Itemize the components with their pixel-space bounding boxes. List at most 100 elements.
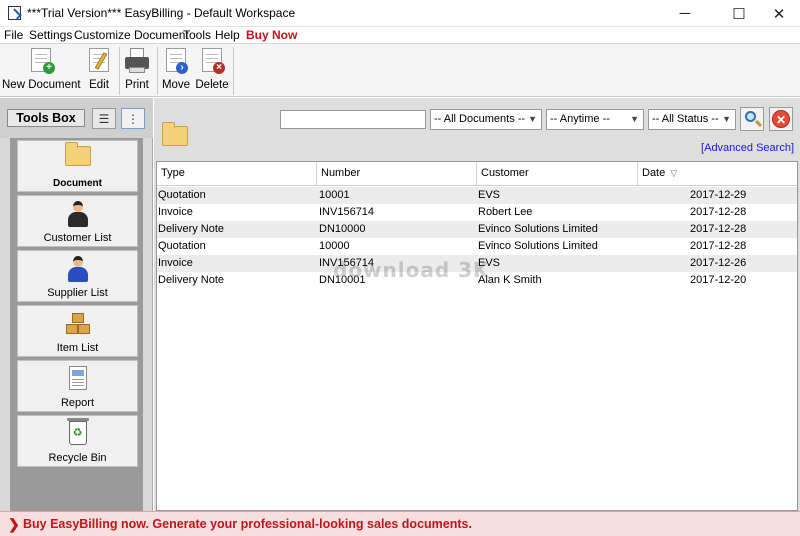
documents-table: Type Number Customer Date ▽ Quotation 10…	[156, 161, 798, 511]
list-view-icon[interactable]: ☰	[92, 108, 116, 129]
folder-icon	[64, 142, 91, 172]
chevron-down-icon: ▼	[528, 114, 537, 124]
report-icon	[65, 366, 91, 392]
move-label: Move	[161, 79, 191, 91]
toolbar-separator	[119, 47, 120, 95]
title-bar: ***Trial Version*** EasyBilling - Defaul…	[0, 0, 800, 27]
sidebar-item-report[interactable]: Report	[17, 360, 138, 412]
column-type[interactable]: Type	[157, 162, 317, 186]
delete-button[interactable]: × Delete	[195, 46, 229, 96]
delete-icon: ×	[200, 48, 225, 76]
cell-type: Invoice	[158, 257, 193, 269]
edit-label: Edit	[89, 79, 109, 91]
sidebar-item-supplier-list[interactable]: Supplier List	[17, 250, 138, 302]
printer-icon	[125, 48, 149, 76]
print-button[interactable]: Print	[122, 46, 152, 96]
menu-settings[interactable]: Settings	[29, 28, 72, 42]
folder-icon	[162, 122, 188, 146]
cell-customer: EVS	[478, 189, 501, 201]
cell-type: Quotation	[158, 240, 206, 252]
app-icon	[8, 6, 21, 20]
sidebar-header: Tools Box ☰ ⋮	[0, 98, 153, 138]
toolbar: + New Document Edit Print › Move × Delet…	[0, 43, 800, 97]
move-icon: ›	[164, 48, 188, 76]
table-row[interactable]: Quotation 10000 Evinco Solutions Limited…	[157, 238, 797, 255]
cell-type: Delivery Note	[158, 274, 225, 286]
sort-desc-icon: ▽	[670, 168, 678, 178]
promo-status-bar[interactable]: ❯ Buy EasyBilling now. Generate your pro…	[0, 511, 800, 536]
menu-bar: File Settings Customize Document Tools H…	[0, 27, 800, 43]
cell-date: 2017-12-28	[690, 206, 747, 218]
watermark: download 3K	[333, 258, 490, 282]
menu-help[interactable]: Help	[215, 28, 240, 42]
menu-buy-now[interactable]: Buy Now	[246, 28, 297, 42]
sidebar-item-label: Item List	[56, 342, 99, 354]
cell-date: 2017-12-28	[690, 240, 747, 252]
cell-date: 2017-12-29	[690, 189, 747, 201]
customer-icon	[65, 201, 91, 227]
status-value: -- All Status --	[652, 113, 719, 125]
time-range-select[interactable]: -- Anytime -- ▼	[546, 109, 644, 130]
document-type-value: -- All Documents --	[434, 113, 526, 125]
supplier-icon	[65, 256, 91, 282]
cell-type: Quotation	[158, 189, 206, 201]
cell-number: INV156714	[319, 206, 375, 218]
edit-icon	[87, 48, 111, 76]
cell-customer: Evinco Solutions Limited	[478, 240, 598, 252]
document-type-select[interactable]: -- All Documents -- ▼	[430, 109, 542, 130]
new-document-label: New Document	[2, 79, 81, 91]
column-date-label: Date	[642, 167, 666, 179]
table-row[interactable]: Delivery Note DN10000 Evinco Solutions L…	[157, 221, 797, 238]
toolbar-separator	[157, 47, 158, 95]
move-button[interactable]: › Move	[161, 46, 191, 96]
new-document-button[interactable]: + New Document	[2, 46, 81, 96]
sidebar-item-item-list[interactable]: Item List	[17, 305, 138, 357]
cell-date: 2017-12-28	[690, 223, 747, 235]
cell-type: Delivery Note	[158, 223, 225, 235]
cell-date: 2017-12-26	[690, 257, 747, 269]
chevron-down-icon: ▼	[630, 114, 639, 124]
menu-customize-document[interactable]: Customize Document	[74, 28, 189, 42]
column-number[interactable]: Number	[317, 162, 477, 186]
menu-tools[interactable]: Tools	[183, 28, 211, 42]
status-select[interactable]: -- All Status -- ▼	[648, 109, 736, 130]
clear-search-button[interactable]: ✕	[769, 107, 793, 131]
cell-date: 2017-12-20	[690, 274, 747, 286]
edit-button[interactable]: Edit	[84, 46, 114, 96]
cell-customer: Evinco Solutions Limited	[478, 223, 598, 235]
close-button[interactable]: ✕	[756, 0, 800, 27]
table-row[interactable]: Invoice INV156714 Robert Lee 2017-12-28	[157, 204, 797, 221]
search-input[interactable]	[280, 110, 426, 129]
column-customer[interactable]: Customer	[477, 162, 638, 186]
boxes-icon	[65, 311, 91, 337]
sidebar-item-label: Report	[60, 397, 95, 409]
sidebar-item-label: Document	[53, 178, 102, 189]
sidebar-item-label: Recycle Bin	[48, 452, 107, 464]
new-document-icon: +	[29, 48, 55, 76]
search-button[interactable]	[740, 107, 764, 131]
sidebar-panel: Document Customer List Supplier List Ite…	[10, 138, 143, 511]
menu-file[interactable]: File	[4, 28, 23, 42]
chevron-down-icon: ▼	[722, 114, 731, 124]
cancel-icon: ✕	[772, 110, 790, 128]
table-row[interactable]: Quotation 10001 EVS 2017-12-29	[157, 187, 797, 204]
print-label: Print	[125, 79, 149, 91]
minimize-button[interactable]: ─	[662, 0, 708, 27]
sidebar-item-recycle-bin[interactable]: ♻ Recycle Bin	[17, 415, 138, 467]
sidebar-item-label: Customer List	[43, 232, 112, 244]
column-date[interactable]: Date ▽	[638, 162, 797, 186]
sidebar-item-customer-list[interactable]: Customer List	[17, 195, 138, 247]
cell-customer: Robert Lee	[478, 206, 533, 218]
window-title: ***Trial Version*** EasyBilling - Defaul…	[27, 6, 296, 20]
chevron-right-icon: ❯	[8, 516, 20, 532]
time-range-value: -- Anytime --	[550, 113, 610, 125]
cell-number: DN10000	[319, 223, 366, 235]
cell-number: 10000	[319, 240, 350, 252]
tools-box-button[interactable]: Tools Box	[7, 109, 85, 127]
promo-message: Buy EasyBilling now. Generate your profe…	[23, 517, 472, 531]
advanced-search-link[interactable]: [Advanced Search]	[701, 142, 794, 154]
sidebar-item-document[interactable]: Document	[17, 140, 138, 192]
icon-view-icon[interactable]: ⋮	[121, 108, 145, 129]
sidebar-item-label: Supplier List	[47, 287, 108, 299]
table-header: Type Number Customer Date ▽	[157, 162, 797, 186]
